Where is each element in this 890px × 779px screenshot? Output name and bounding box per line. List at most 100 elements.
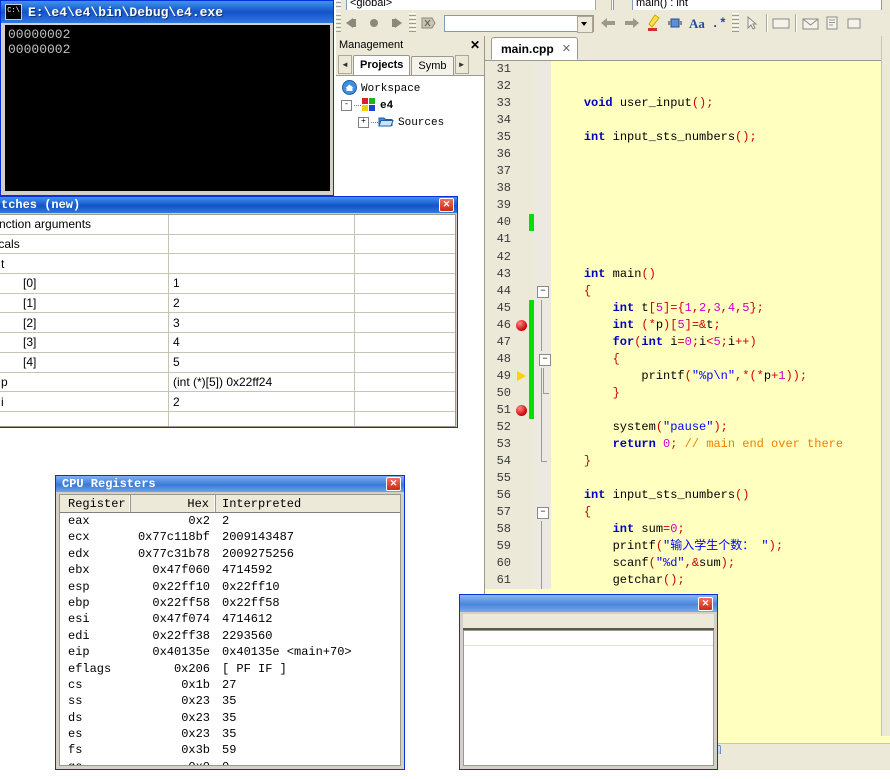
code-text[interactable]: int t[5]={1,2,3,4,5}; bbox=[551, 300, 890, 317]
breakpoint-gutter[interactable] bbox=[515, 572, 529, 590]
breakpoint-icon[interactable] bbox=[516, 404, 527, 416]
code-text[interactable]: int sum=0; bbox=[551, 521, 890, 538]
register-row[interactable]: eax 0x2 2 bbox=[60, 513, 400, 529]
breakpoint-gutter[interactable] bbox=[515, 78, 529, 96]
code-text[interactable]: printf("%p\n",*(*p+1)); bbox=[551, 368, 890, 385]
fold-gutter[interactable] bbox=[534, 316, 551, 334]
fold-gutter[interactable] bbox=[534, 487, 551, 505]
fold-gutter[interactable] bbox=[534, 436, 551, 454]
fold-gutter[interactable]: − bbox=[534, 350, 551, 368]
code-line[interactable]: 32 bbox=[485, 78, 890, 96]
code-line[interactable]: 56 int input_sts_numbers() bbox=[485, 487, 890, 505]
fold-gutter[interactable]: − bbox=[534, 282, 551, 300]
breakpoint-gutter[interactable] bbox=[515, 129, 529, 147]
fold-toggle-icon[interactable]: − bbox=[537, 285, 549, 298]
code-text[interactable]: printf("输入学生个数： "); bbox=[551, 538, 890, 555]
breakpoint-gutter[interactable] bbox=[515, 180, 529, 198]
register-row[interactable]: ds 0x23 35 bbox=[60, 710, 400, 726]
watch-row[interactable]: −t bbox=[0, 254, 455, 275]
editor-tab-main-cpp[interactable]: main.cpp ✕ bbox=[491, 37, 578, 60]
register-row[interactable]: ebx 0x47f060 4714592 bbox=[60, 562, 400, 578]
code-line[interactable]: 40 bbox=[485, 214, 890, 232]
code-text[interactable]: system("pause"); bbox=[551, 419, 890, 436]
code-line[interactable]: 45 int t[5]={1,2,3,4,5}; bbox=[485, 299, 890, 317]
code-line[interactable]: 55 bbox=[485, 470, 890, 488]
close-icon[interactable]: ✕ bbox=[562, 42, 571, 55]
watch-row[interactable]: [3] 4 bbox=[0, 333, 455, 353]
register-row[interactable]: ss 0x23 35 bbox=[60, 693, 400, 709]
nav-forward-icon[interactable] bbox=[385, 12, 407, 34]
clear-bookmarks-icon[interactable] bbox=[418, 12, 440, 34]
fold-gutter[interactable] bbox=[534, 333, 551, 351]
watch-row[interactable] bbox=[0, 411, 455, 426]
breakpoint-gutter[interactable] bbox=[515, 248, 529, 266]
breakpoint-gutter[interactable] bbox=[515, 538, 529, 556]
watches-grid[interactable]: Function argumentsLocals−t[0]1[1]2[2]3[3… bbox=[0, 214, 456, 427]
breakpoint-icon[interactable] bbox=[516, 319, 527, 331]
code-line[interactable]: 39 bbox=[485, 197, 890, 215]
breakpoint-gutter[interactable] bbox=[515, 299, 529, 317]
register-row[interactable]: fs 0x3b 59 bbox=[60, 742, 400, 758]
register-row[interactable]: es 0x23 35 bbox=[60, 726, 400, 742]
code-text[interactable]: int input_sts_numbers() bbox=[551, 487, 890, 504]
tree-item-workspace[interactable]: Workspace bbox=[338, 79, 482, 97]
mail-icon[interactable] bbox=[799, 12, 821, 34]
code-line[interactable]: 54 } bbox=[485, 453, 890, 471]
watches-window[interactable]: tches (new) ✕ Function argumentsLocals−t… bbox=[0, 196, 458, 428]
code-line[interactable]: 53 return 0; // main end over there bbox=[485, 436, 890, 454]
fold-gutter[interactable] bbox=[534, 61, 551, 79]
code-line[interactable]: 36 bbox=[485, 146, 890, 164]
breakpoint-gutter[interactable] bbox=[515, 521, 529, 539]
register-row[interactable]: esi 0x47f074 4714612 bbox=[60, 611, 400, 627]
code-text[interactable]: { bbox=[551, 283, 890, 300]
editor-vscrollbar[interactable] bbox=[881, 36, 890, 736]
breakpoint-gutter[interactable] bbox=[515, 146, 529, 164]
register-row[interactable]: eip 0x40135e 0x40135e <main+70> bbox=[60, 644, 400, 660]
fold-toggle-icon[interactable]: − bbox=[537, 507, 549, 520]
code-line[interactable]: 51 bbox=[485, 401, 890, 419]
watch-row[interactable]: p (int (*)[5]) 0x22ff24 bbox=[0, 372, 455, 393]
breakpoint-gutter[interactable] bbox=[515, 418, 529, 437]
code-text[interactable] bbox=[551, 112, 890, 129]
register-row[interactable]: esp 0x22ff10 0x22ff10 bbox=[60, 579, 400, 595]
breakpoint-gutter[interactable] bbox=[515, 61, 529, 79]
breakpoint-gutter[interactable] bbox=[515, 333, 529, 351]
breakpoint-gutter[interactable] bbox=[515, 555, 529, 573]
fold-gutter[interactable] bbox=[534, 129, 551, 147]
fold-gutter[interactable] bbox=[534, 197, 551, 215]
watch-row[interactable]: [4] 5 bbox=[0, 352, 455, 373]
code-line[interactable]: 52 system("pause"); bbox=[485, 418, 890, 437]
code-text[interactable] bbox=[551, 180, 890, 197]
code-line[interactable]: 49 printf("%p\n",*(*p+1)); bbox=[485, 367, 890, 385]
code-text[interactable]: { bbox=[551, 351, 890, 368]
breakpoint-gutter[interactable] bbox=[515, 316, 529, 334]
code-text[interactable]: } bbox=[551, 453, 890, 470]
breakpoint-gutter[interactable] bbox=[515, 436, 529, 454]
watch-row[interactable]: i2 bbox=[0, 392, 455, 412]
code-line[interactable]: 34 bbox=[485, 112, 890, 130]
code-text[interactable] bbox=[551, 231, 890, 248]
untitled-window[interactable]: ✕ bbox=[459, 594, 718, 770]
regex-icon[interactable]: .* bbox=[708, 12, 730, 34]
code-text[interactable] bbox=[551, 249, 890, 266]
cpu-registers-titlebar[interactable]: CPU Registers ✕ bbox=[56, 476, 404, 492]
code-line[interactable]: 50 } bbox=[485, 384, 890, 402]
fold-gutter[interactable] bbox=[534, 453, 551, 471]
code-text[interactable]: int input_sts_numbers(); bbox=[551, 129, 890, 146]
fold-gutter[interactable] bbox=[534, 112, 551, 130]
breakpoint-gutter[interactable] bbox=[515, 367, 529, 385]
fold-gutter[interactable] bbox=[534, 299, 551, 317]
column-header-interpreted[interactable]: Interpreted bbox=[216, 495, 400, 512]
tab-scroll-right[interactable]: ► bbox=[454, 55, 469, 74]
fold-gutter[interactable] bbox=[534, 248, 551, 266]
breakpoint-gutter[interactable] bbox=[515, 453, 529, 471]
code-text[interactable] bbox=[551, 214, 890, 231]
selected-text-icon[interactable] bbox=[664, 12, 686, 34]
fold-gutter[interactable] bbox=[534, 146, 551, 164]
console-window[interactable]: C:\ E:\e4\e4\bin\Debug\e4.exe 00000002 0… bbox=[0, 0, 334, 196]
match-case-icon[interactable]: Aa bbox=[686, 12, 708, 34]
tab-symbols[interactable]: Symb bbox=[411, 56, 454, 75]
code-line[interactable]: 57 − { bbox=[485, 504, 890, 522]
register-row[interactable]: gs0x00 bbox=[60, 759, 400, 765]
prev-result-icon[interactable] bbox=[598, 12, 620, 34]
